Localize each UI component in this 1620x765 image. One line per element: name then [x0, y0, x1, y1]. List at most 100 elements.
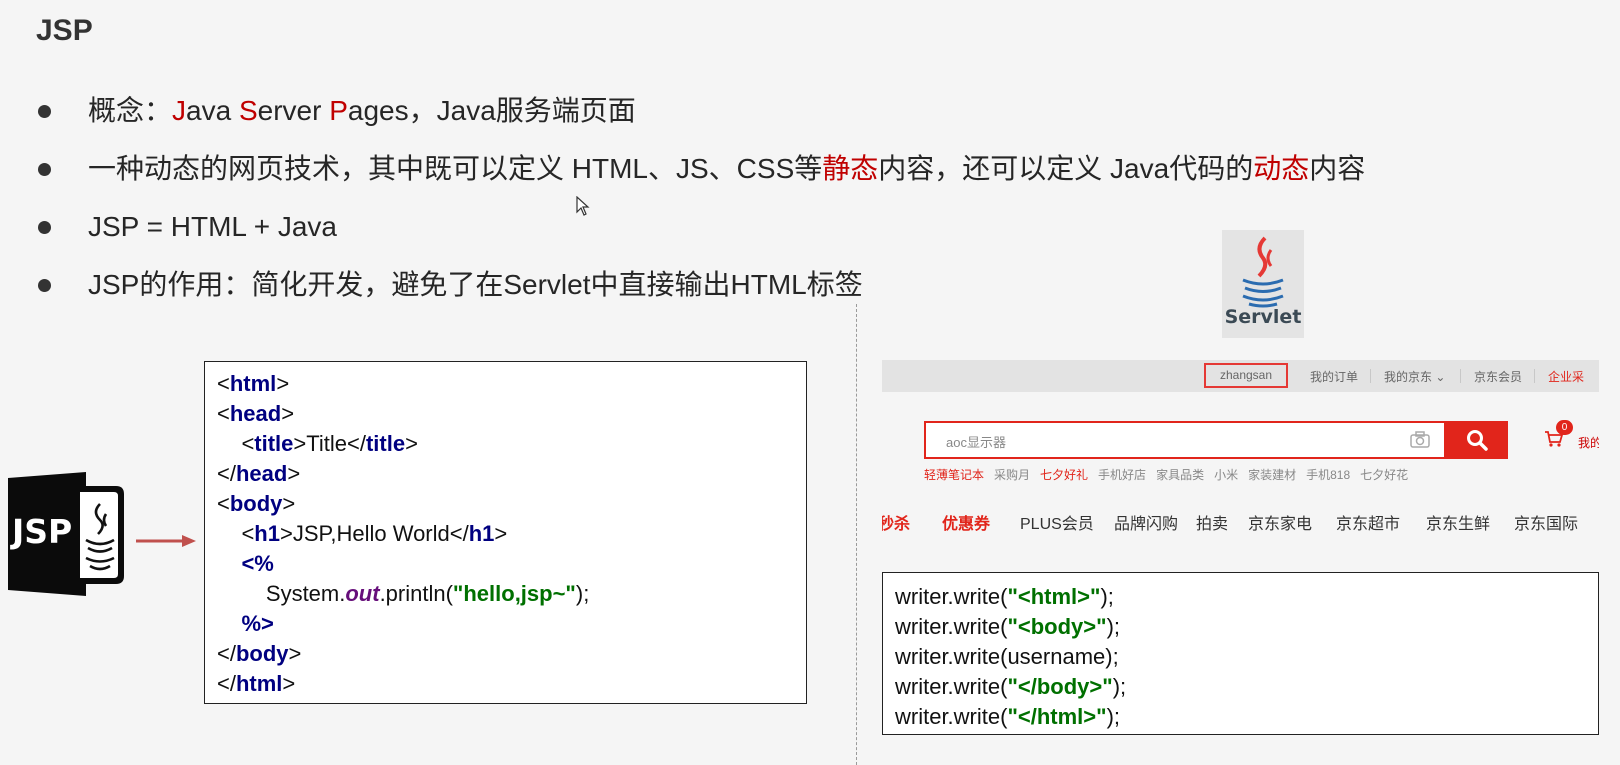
bullet-item: JSP的作用：简化开发，避免了在Servlet中直接输出HTML标签 [36, 266, 1365, 324]
hot-search-link[interactable]: 七夕好礼 [1040, 468, 1088, 482]
hot-search-link[interactable]: 采购月 [994, 468, 1030, 482]
code-token: ); [1106, 614, 1121, 639]
code-token: > [282, 671, 296, 696]
code-token: </ [217, 641, 236, 666]
code-token: body [229, 491, 283, 516]
nav-item[interactable]: PLUS会员 [1020, 510, 1094, 534]
hot-search-words: 轻薄笔记本 采购月 七夕好礼 手机好店 家具品类 小米 家装建材 手机818 七夕好花 [924, 466, 1418, 483]
slide: JSP 概念：Java Server Pages，Java服务端页面 一种动态的网… [0, 0, 1620, 765]
bullet-item: 一种动态的网页技术，其中既可以定义 HTML、JS、CSS等静态内容，还可以定义… [36, 150, 1365, 208]
code-token: "</body>" [1007, 674, 1113, 699]
code-token: .println( [379, 581, 453, 606]
bullet-text: 内容 [1309, 153, 1366, 184]
highlight-text: S [238, 95, 258, 126]
bullet-text: ages，Java服务端页面 [347, 95, 636, 126]
username-highlight[interactable]: zhangsan [1204, 363, 1288, 388]
code-token: title [254, 431, 294, 456]
nav-item[interactable]: 品牌闪购 [1114, 510, 1178, 534]
bullet-dot-icon [38, 163, 51, 176]
code-token: > [282, 491, 296, 516]
code-token: > [287, 461, 301, 486]
cart-button[interactable]: 0 [1544, 420, 1573, 453]
code-token: > [494, 521, 508, 546]
code-token: <% [241, 551, 274, 576]
nav-item[interactable]: 京东超市 [1336, 510, 1400, 534]
code-line: writer.write("</html>"); [895, 702, 1598, 732]
topbar-link-enterprise[interactable]: 企业采 [1548, 368, 1584, 385]
code-token: </ [217, 671, 236, 696]
nav-item[interactable]: 拍卖 [1196, 510, 1228, 534]
code-token: > [405, 431, 418, 456]
topbar-link-myjd[interactable]: 我的京东 ⌄ [1384, 368, 1445, 385]
hot-search-link[interactable]: 家装建材 [1248, 468, 1296, 482]
code-line: writer.write("<body>"); [895, 612, 1598, 642]
jsp-code-box: <html> <head> <title>Title</title> </head>… [204, 361, 807, 704]
code-token: h1 [468, 521, 495, 546]
code-line: writer.write(username); [895, 642, 1598, 672]
code-line: System.out.println("hello,jsp~"); [217, 579, 806, 609]
hot-search-link[interactable]: 手机好店 [1098, 468, 1146, 482]
search-input[interactable]: aoc显示器 [924, 421, 1446, 459]
search-button[interactable] [1446, 421, 1508, 459]
code-token: %> [241, 611, 274, 636]
hot-search-link[interactable]: 轻薄笔记本 [924, 468, 984, 482]
cart-label[interactable]: 我的 [1578, 434, 1599, 451]
camera-icon[interactable] [1410, 431, 1430, 449]
nav-item[interactable]: 京东国际 [1514, 510, 1578, 534]
highlight-text: J [172, 95, 187, 126]
code-token: ); [1106, 704, 1121, 729]
bullet-text: JSP = HTML + Java [88, 211, 337, 242]
code-line: writer.write("<html>"); [895, 582, 1598, 612]
code-token: head [229, 401, 282, 426]
code-token: System. [217, 581, 346, 606]
code-token: </ [217, 461, 236, 486]
bullet-item: JSP = HTML + Java [36, 208, 1365, 266]
topbar-link-membership[interactable]: 京东会员 [1474, 368, 1522, 385]
topbar-separator [1460, 369, 1461, 383]
bullet-text: 概念： [88, 95, 173, 126]
jsp-icon-label: JSP [10, 512, 72, 551]
code-line: <head> [217, 399, 806, 429]
code-line: <title>Title</title> [217, 429, 806, 459]
code-token: writer.write( [895, 704, 1008, 729]
search-placeholder: aoc显示器 [946, 435, 1006, 450]
code-token: > [276, 371, 290, 396]
code-token: < [217, 431, 255, 456]
code-token: head [235, 461, 288, 486]
hot-search-link[interactable]: 小米 [1214, 468, 1238, 482]
java-cup-icon [1242, 236, 1284, 308]
hot-search-link[interactable]: 七夕好花 [1360, 468, 1408, 482]
jd-website-screenshot: zhangsan 我的订单 我的京东 ⌄ 京东会员 企业采 aoc显示器 0 我… [882, 360, 1599, 540]
code-token: "</html>" [1007, 704, 1107, 729]
nav-item[interactable]: 京东生鲜 [1426, 510, 1490, 534]
code-token: > [281, 401, 295, 426]
bullet-text: JSP的作用：简化开发，避免了在Servlet中直接输出HTML标签 [88, 269, 863, 300]
code-token: >JSP,Hello World</ [279, 521, 469, 546]
slide-title: JSP [36, 14, 93, 47]
jd-topbar: zhangsan 我的订单 我的京东 ⌄ 京东会员 企业采 [882, 360, 1599, 392]
code-token: "<body>" [1007, 614, 1107, 639]
code-line: </body> [217, 639, 806, 669]
nav-item[interactable]: 京东家电 [1248, 510, 1312, 534]
highlight-text: 静态 [822, 153, 879, 184]
nav-item[interactable]: 优惠券 [942, 510, 990, 534]
code-token: h1 [254, 521, 280, 546]
hot-search-link[interactable]: 家具品类 [1156, 468, 1204, 482]
code-token: body [235, 641, 289, 666]
code-token: >Title</ [293, 431, 366, 456]
topbar-link-orders[interactable]: 我的订单 [1310, 368, 1358, 385]
code-token: writer.write( [895, 584, 1008, 609]
bullet-item: 概念：Java Server Pages，Java服务端页面 [36, 92, 1365, 150]
nav-item[interactable]: 秒杀 [882, 510, 910, 534]
code-token: out [345, 581, 380, 606]
code-token: ); [1112, 674, 1127, 699]
bullet-text: ava [186, 95, 239, 126]
bullet-text: 一种动态的网页技术，其中既可以定义 HTML、JS、CSS等 [88, 153, 823, 184]
topbar-separator [1534, 369, 1535, 383]
bullet-text: 内容，还可以定义 Java代码的 [878, 153, 1254, 184]
code-token: "<html>" [1007, 584, 1101, 609]
code-token: "hello,jsp~" [452, 581, 576, 606]
code-token: < [217, 491, 230, 516]
hot-search-link[interactable]: 手机818 [1306, 468, 1350, 482]
